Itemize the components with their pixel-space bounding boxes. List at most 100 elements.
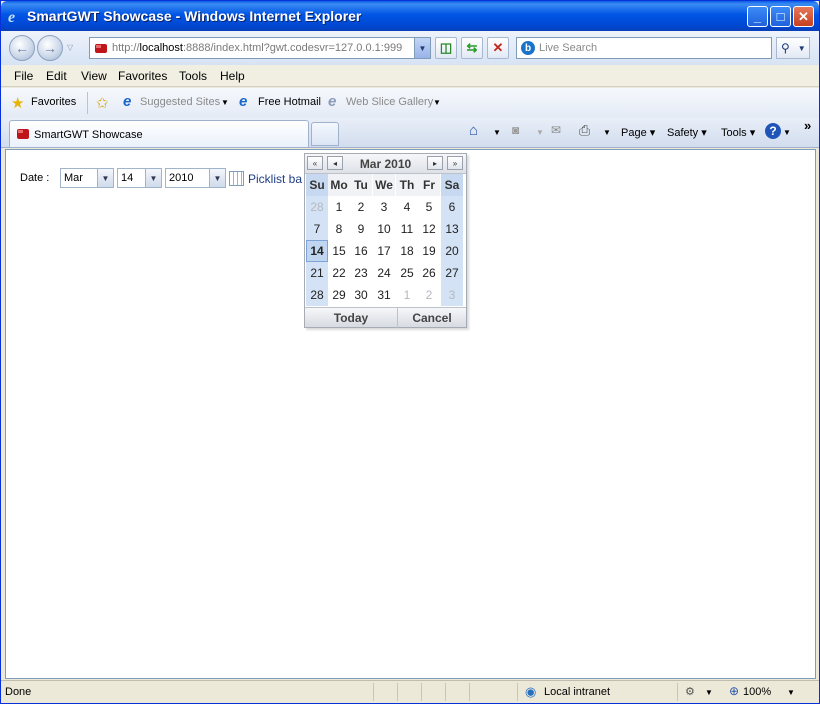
new-tab-button[interactable]: [311, 122, 339, 146]
next-month-button[interactable]: ▸: [427, 156, 443, 170]
day-cell[interactable]: 8: [328, 218, 350, 240]
day-cell[interactable]: 2: [418, 284, 440, 306]
day-cell[interactable]: 19: [418, 240, 440, 262]
back-button[interactable]: ←: [9, 35, 35, 61]
weekday-header: Tu: [350, 174, 372, 196]
day-cell[interactable]: 1: [328, 196, 350, 218]
search-options-icon[interactable]: ▼: [798, 44, 806, 53]
more-commands-button[interactable]: »: [804, 118, 811, 133]
menu-edit[interactable]: Edit: [46, 69, 67, 83]
zoom-level[interactable]: 100%: [743, 686, 771, 698]
security-zone[interactable]: Local intranet: [544, 686, 610, 698]
year-chevron-down-icon[interactable]: ▼: [209, 169, 225, 187]
feeds-dropdown-icon[interactable]: ▼: [536, 128, 544, 137]
year-select[interactable]: 2010 ▼: [165, 168, 226, 188]
day-cell[interactable]: 17: [373, 240, 395, 262]
day-cell[interactable]: 13: [441, 218, 463, 240]
add-favorite-icon[interactable]: ✩: [96, 94, 109, 112]
protected-dropdown-icon[interactable]: ▼: [705, 688, 713, 697]
menu-file[interactable]: File: [14, 69, 33, 83]
day-cell[interactable]: 26: [418, 262, 440, 284]
svg-text:e: e: [8, 9, 15, 24]
day-chevron-down-icon[interactable]: ▼: [145, 169, 161, 187]
home-icon[interactable]: ⌂: [469, 122, 478, 139]
day-cell[interactable]: 16: [350, 240, 372, 262]
day-cell[interactable]: 23: [350, 262, 372, 284]
mail-icon[interactable]: ✉: [551, 123, 561, 137]
menu-view[interactable]: View: [81, 69, 107, 83]
webslice-dropdown-icon[interactable]: ▼: [433, 98, 441, 107]
day-cell[interactable]: 12: [418, 218, 440, 240]
home-dropdown-icon[interactable]: ▼: [493, 128, 501, 137]
day-cell[interactable]: 9: [350, 218, 372, 240]
page-menu[interactable]: Page ▾: [621, 126, 655, 139]
search-input[interactable]: b Live Search: [516, 37, 772, 59]
history-dropdown-icon[interactable]: ▽: [67, 43, 73, 52]
day-cell[interactable]: 18: [396, 240, 418, 262]
window-title: SmartGWT Showcase - Windows Internet Exp…: [27, 8, 362, 24]
day-cell[interactable]: 2: [350, 196, 372, 218]
favorites-button[interactable]: Favorites: [31, 96, 76, 108]
tab-smartgwt-showcase[interactable]: SmartGWT Showcase: [9, 120, 309, 147]
close-button[interactable]: ✕: [793, 6, 814, 27]
forward-button[interactable]: →: [37, 35, 63, 61]
day-cell[interactable]: 7: [306, 218, 328, 240]
day-cell[interactable]: 22: [328, 262, 350, 284]
web-slice-gallery-link[interactable]: Web Slice Gallery: [346, 96, 433, 108]
day-cell[interactable]: 15: [328, 240, 350, 262]
tab-favicon-icon: [17, 129, 29, 139]
suggested-sites-link[interactable]: Suggested Sites: [140, 96, 220, 108]
menu-tools[interactable]: Tools: [179, 69, 207, 83]
zoom-dropdown-icon[interactable]: ▼: [787, 688, 795, 697]
day-cell[interactable]: 14: [306, 240, 328, 262]
address-dropdown-button[interactable]: ▼: [414, 38, 430, 58]
search-button[interactable]: ⚲ ▼: [776, 37, 810, 59]
day-cell[interactable]: 3: [441, 284, 463, 306]
safety-menu[interactable]: Safety ▾: [667, 126, 707, 139]
free-hotmail-link[interactable]: Free Hotmail: [258, 96, 321, 108]
day-cell[interactable]: 1: [396, 284, 418, 306]
cancel-button[interactable]: Cancel: [398, 311, 466, 325]
day-cell[interactable]: 6: [441, 196, 463, 218]
month-select[interactable]: Mar ▼: [60, 168, 114, 188]
help-dropdown-icon[interactable]: ▼: [783, 128, 791, 137]
protected-mode-icon[interactable]: ⚙: [685, 685, 695, 698]
next-year-button[interactable]: »: [447, 156, 463, 170]
day-cell[interactable]: 20: [441, 240, 463, 262]
maximize-button[interactable]: □: [770, 6, 791, 27]
day-select[interactable]: 14 ▼: [117, 168, 162, 188]
day-cell[interactable]: 4: [396, 196, 418, 218]
month-chevron-down-icon[interactable]: ▼: [97, 169, 113, 187]
day-cell[interactable]: 21: [306, 262, 328, 284]
day-cell[interactable]: 28: [306, 284, 328, 306]
menu-favorites[interactable]: Favorites: [118, 69, 167, 83]
day-cell[interactable]: 30: [350, 284, 372, 306]
ie-webslice-icon: e: [328, 93, 337, 110]
day-cell[interactable]: 29: [328, 284, 350, 306]
day-cell[interactable]: 25: [396, 262, 418, 284]
address-bar[interactable]: http://localhost:8888/index.html?gwt.cod…: [89, 37, 431, 59]
suggested-dropdown-icon[interactable]: ▼: [221, 98, 229, 107]
minimize-button[interactable]: _: [747, 6, 768, 27]
feeds-icon[interactable]: ◙: [512, 123, 519, 137]
title-bar[interactable]: e SmartGWT Showcase - Windows Internet E…: [1, 1, 819, 31]
calendar-icon[interactable]: [229, 171, 244, 186]
menu-help[interactable]: Help: [220, 69, 245, 83]
today-button[interactable]: Today: [305, 311, 397, 325]
help-icon[interactable]: ?: [765, 123, 781, 139]
compatibility-view-button[interactable]: ◫: [435, 37, 457, 59]
print-icon[interactable]: ⎙: [579, 122, 590, 139]
print-dropdown-icon[interactable]: ▼: [603, 128, 611, 137]
day-cell[interactable]: 10: [373, 218, 395, 240]
stop-button[interactable]: ✕: [487, 37, 509, 59]
day-cell[interactable]: 27: [441, 262, 463, 284]
day-cell[interactable]: 31: [373, 284, 395, 306]
refresh-button[interactable]: ⇆: [461, 37, 483, 59]
tools-menu[interactable]: Tools ▾: [721, 126, 755, 139]
day-cell[interactable]: 5: [418, 196, 440, 218]
address-url[interactable]: http://localhost:8888/index.html?gwt.cod…: [112, 42, 412, 54]
day-cell[interactable]: 28: [306, 196, 328, 218]
day-cell[interactable]: 11: [396, 218, 418, 240]
day-cell[interactable]: 3: [373, 196, 395, 218]
day-cell[interactable]: 24: [373, 262, 395, 284]
